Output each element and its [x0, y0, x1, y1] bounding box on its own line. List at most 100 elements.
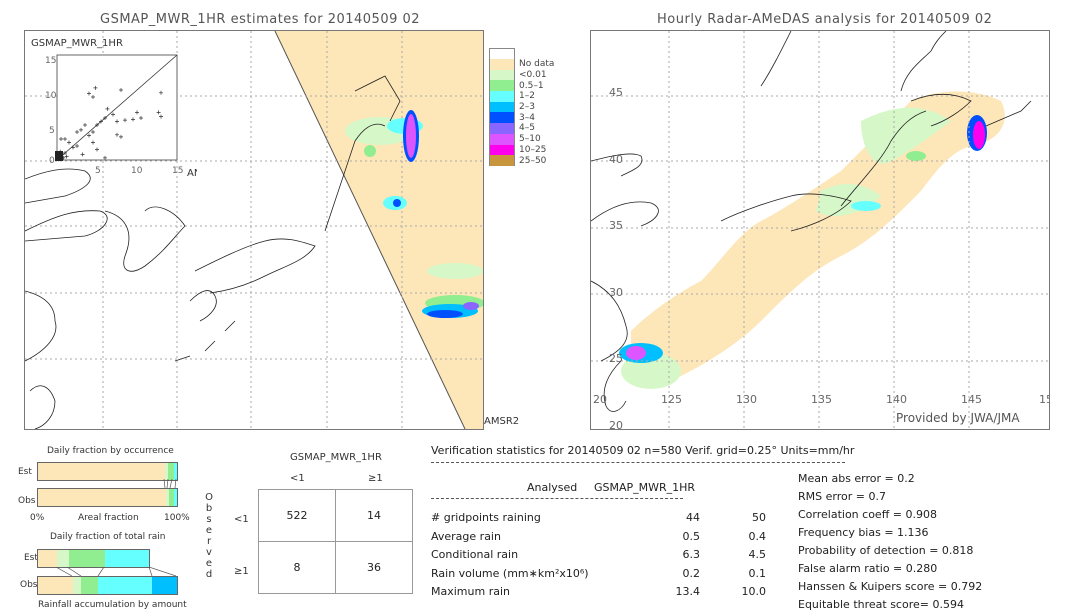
bar-segment: [81, 577, 98, 594]
stat-analysed: 0.2: [682, 566, 701, 580]
score-line: Hanssen & Kuipers score = 0.792: [798, 580, 983, 593]
cell-false-alarms: 14: [335, 489, 413, 542]
y-tick-5: 5: [49, 126, 55, 136]
observed-letter: d: [205, 569, 213, 580]
total-rain-est-label: Est: [24, 553, 38, 563]
legend-label: 1–2: [519, 91, 535, 102]
bar-segment: [38, 489, 167, 506]
legend-label: <0.01: [519, 70, 547, 81]
y-tick-15: 15: [45, 56, 56, 66]
legend-label: 0.5–1: [519, 80, 544, 91]
legend-label: 2–3: [519, 102, 535, 113]
bar-segment: [173, 489, 177, 506]
cell-hits-lt1-lt1: 522: [258, 489, 336, 542]
observed-axis-label: Observed: [204, 492, 214, 580]
x-tick-5: 5: [95, 166, 101, 176]
legend-item: 5–10: [489, 133, 554, 145]
observed-letter: b: [205, 503, 213, 514]
lon-label: 140: [886, 393, 907, 406]
legend-label: 10–25: [519, 144, 547, 155]
total-rain-est-bar: [37, 549, 151, 568]
stat-analysed: 0.5: [682, 529, 701, 543]
scatter-point-cluster: [55, 151, 63, 161]
lon-label: 145: [961, 393, 982, 406]
stat-label: # gridpoints raining: [431, 511, 541, 524]
stat-label: Conditional rain: [431, 548, 519, 561]
legend-swatch: [489, 155, 515, 166]
scatter-xlabel: ANAL: [187, 168, 197, 179]
lon-label: 135: [811, 393, 832, 406]
legend-item: 1–2: [489, 91, 554, 102]
lat-label: 25: [609, 352, 623, 365]
stat-model: 50: [752, 511, 766, 524]
scatter-plot: GSMAP_MWR_1HR 15 10 5 0 5 10 15 ANAL: [31, 38, 214, 179]
axis-right-label: 100%: [164, 513, 190, 523]
bar-segment: [104, 550, 150, 567]
scatter-inset: GSMAP_MWR_1HR 15 10 5 0 5 10 15 ANAL: [27, 33, 214, 187]
contingency-table: 522 14 8 36: [258, 489, 413, 594]
lat-label: 30: [609, 285, 623, 299]
score-line: Mean abs error = 0.2: [798, 472, 915, 485]
lon-label: 125: [661, 393, 682, 406]
observed-letter: e: [205, 558, 213, 569]
satellite-swath: [275, 31, 483, 429]
bar-segment: [97, 577, 152, 594]
data-credit: Provided by JWA/JMA: [896, 411, 1020, 425]
legend-swatch: [489, 144, 515, 156]
observed-letter: r: [206, 536, 212, 547]
bar-segment: [38, 550, 58, 567]
bar-segment: [38, 463, 166, 480]
bar-segment: [173, 463, 177, 480]
x-tick-10: 10: [131, 166, 143, 176]
total-rain-obs-bar: [37, 576, 178, 595]
lon-label: 130: [736, 393, 757, 406]
legend-swatch: [489, 91, 515, 102]
legend-item: 2–3: [489, 101, 554, 113]
bar-segment: [57, 550, 69, 567]
legend-swatch: [489, 69, 515, 81]
header-divider: [431, 462, 845, 463]
legend-item: 3–4: [489, 112, 554, 124]
contingency-col-title: GSMAP_MWR_1HR: [290, 452, 382, 463]
observed-letter: e: [205, 525, 213, 536]
stat-model: 10.0: [741, 585, 767, 598]
stat-model: 0.1: [748, 566, 767, 580]
stat-analysed: 13.4: [675, 585, 701, 598]
score-line: RMS error = 0.7: [798, 490, 886, 503]
legend-swatch: [489, 101, 515, 113]
y-tick-10: 10: [45, 91, 57, 101]
row-header-ge1: ≥1: [234, 566, 249, 577]
observed-letter: v: [206, 547, 212, 558]
lat-label: 35: [609, 219, 623, 232]
lat-label: 20: [609, 418, 623, 430]
sensor-label: AMSR2: [484, 416, 520, 427]
cell-hits: 36: [335, 541, 413, 594]
right-panel-title: Hourly Radar-AMeDAS analysis for 2014050…: [657, 12, 993, 27]
stat-analysed: 6.3: [682, 548, 701, 561]
total-rain-footer: Rainfall accumulation by amount: [38, 600, 187, 610]
y-tick-0: 0: [49, 156, 55, 166]
lon-label: 15: [1039, 393, 1049, 406]
stat-analysed: 44: [686, 511, 700, 524]
total-rain-connectors: [55, 567, 177, 576]
col-header-ge1: ≥1: [368, 473, 383, 484]
legend-label: No data: [519, 59, 555, 70]
legend-item: <0.01: [489, 69, 554, 81]
legend-label: 5–10: [519, 134, 541, 145]
occurrence-obs-bar: [37, 488, 178, 507]
observed-letter: s: [206, 514, 212, 525]
score-line: Frequency bias = 1.136: [798, 526, 929, 539]
col-analysed: Analysed: [527, 481, 578, 494]
bar-segment: [151, 577, 177, 594]
left-map-panel: GSMAP_MWR_1HR 15 10 5 0 5 10 15 ANAL: [24, 30, 484, 430]
legend-swatch: [489, 59, 515, 70]
right-map-panel: 45 40 35 30 25 20 20 125 130 135 140 145 15 Provide…: [590, 30, 1050, 430]
legend-item: 25–50: [489, 155, 554, 166]
bar-segment: [72, 577, 82, 594]
legend-item: 4–5: [489, 123, 554, 134]
axis-left-label: 0%: [30, 513, 45, 523]
legend-item: No data: [489, 59, 554, 70]
legend-blank-swatch: [489, 48, 515, 59]
legend-swatch: [489, 80, 515, 92]
stat-label: Average rain: [431, 529, 501, 543]
